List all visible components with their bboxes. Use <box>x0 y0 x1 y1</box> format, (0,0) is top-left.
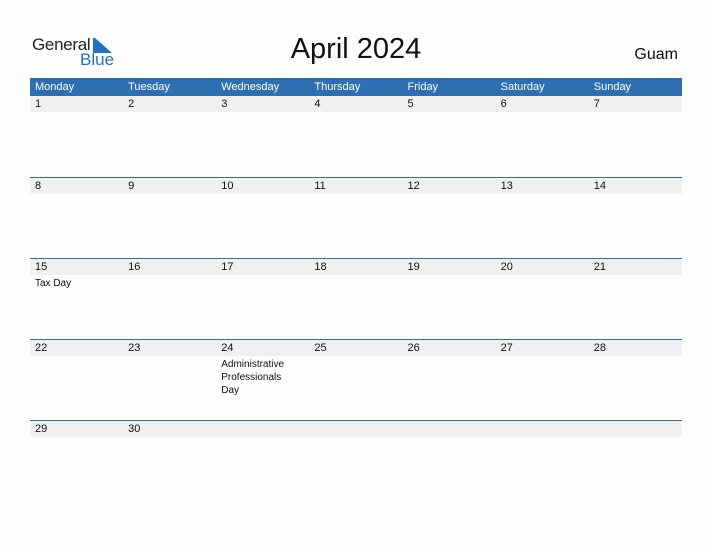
day-number: 1 <box>35 98 42 110</box>
day-number: 27 <box>500 342 513 354</box>
day-number <box>403 421 496 437</box>
day-number: 13 <box>500 180 513 192</box>
day-number: 24 <box>221 342 234 354</box>
day-number: 30 <box>128 423 141 435</box>
day-number: 7 <box>593 98 600 110</box>
day-number: 16 <box>128 261 141 273</box>
holiday-event <box>123 275 216 290</box>
holiday-event <box>123 112 216 114</box>
day-number: 15 <box>35 261 48 273</box>
day-number <box>216 421 309 437</box>
holiday-event <box>496 356 589 397</box>
day-number: 22 <box>35 342 48 354</box>
weekday-saturday: Saturday <box>500 81 545 93</box>
holiday-event <box>589 194 682 196</box>
day-number: 8 <box>35 180 42 192</box>
page-title: April 2024 <box>290 33 422 65</box>
date-row: 15 16 17 18 19 20 21 <box>30 259 682 275</box>
event-row <box>30 194 682 196</box>
holiday-event <box>403 437 496 439</box>
day-number: 11 <box>314 180 326 192</box>
day-number: 20 <box>500 261 513 273</box>
date-row: 22 23 24 25 26 27 28 <box>30 340 682 356</box>
day-number <box>309 421 402 437</box>
weekday-header: Monday Tuesday Wednesday Thursday Friday… <box>30 78 682 96</box>
day-number: 19 <box>407 261 420 273</box>
holiday-event <box>589 356 682 397</box>
week-row: 22 23 24 25 26 27 28 Administrative Professiona… <box>30 339 682 420</box>
weekday-monday: Monday <box>35 81 75 93</box>
weekday-tuesday: Tuesday <box>128 81 170 93</box>
holiday-event <box>496 275 589 290</box>
holiday-event <box>403 112 496 114</box>
day-number: 21 <box>593 261 606 273</box>
day-number: 9 <box>128 180 135 192</box>
holiday-event <box>216 437 309 439</box>
holiday-event <box>496 194 589 196</box>
date-row: 29 30 <box>30 421 682 437</box>
day-number: 18 <box>314 261 327 273</box>
holiday-event <box>496 112 589 114</box>
weekday-thursday: Thursday <box>314 81 361 93</box>
day-number: 12 <box>407 180 420 192</box>
holiday-event <box>309 275 402 290</box>
day-number <box>496 421 589 437</box>
holiday-event <box>309 194 402 196</box>
holiday-event: Tax Day <box>35 278 72 289</box>
week-row: 29 30 <box>30 420 682 501</box>
week-row: 1 2 3 4 5 6 7 <box>30 96 682 177</box>
holiday-event <box>123 194 216 196</box>
week-row: 8 9 10 11 12 13 14 <box>30 177 682 258</box>
holiday-event <box>403 194 496 196</box>
week-row: 15 16 17 18 19 20 21 Tax Day <box>30 258 682 339</box>
day-number: 4 <box>314 98 321 110</box>
holiday-event <box>589 112 682 114</box>
event-row <box>30 112 682 114</box>
holiday-event <box>309 356 402 397</box>
holiday-event <box>403 275 496 290</box>
day-number: 2 <box>128 98 135 110</box>
holiday-event <box>216 194 309 196</box>
holiday-event <box>123 437 216 439</box>
day-number: 10 <box>221 180 234 192</box>
holiday-event <box>30 112 123 114</box>
day-number <box>589 421 682 437</box>
holiday-event <box>216 275 309 290</box>
holiday-event <box>30 356 123 397</box>
calendar-grid: Monday Tuesday Wednesday Thursday Friday… <box>30 78 682 501</box>
day-number: 26 <box>407 342 420 354</box>
weekday-sunday: Sunday <box>593 81 632 93</box>
event-row: Administrative Professionals Day <box>30 356 682 397</box>
day-number: 29 <box>35 423 48 435</box>
holiday-event <box>309 437 402 439</box>
weekday-friday: Friday <box>407 81 439 93</box>
day-number: 14 <box>593 180 606 192</box>
day-number: 25 <box>314 342 327 354</box>
day-number: 5 <box>407 98 414 110</box>
holiday-event <box>216 112 309 114</box>
holiday-event <box>496 437 589 439</box>
country-label: Guam <box>634 46 678 63</box>
holiday-event <box>403 356 496 397</box>
day-number: 17 <box>221 261 234 273</box>
holiday-event <box>589 437 682 439</box>
day-number: 28 <box>593 342 606 354</box>
day-number: 6 <box>500 98 507 110</box>
day-number: 3 <box>221 98 228 110</box>
holiday-event <box>309 112 402 114</box>
holiday-event <box>123 356 216 397</box>
day-number: 23 <box>128 342 141 354</box>
date-row: 8 9 10 11 12 13 14 <box>30 178 682 194</box>
weekday-wednesday: Wednesday <box>221 81 280 93</box>
holiday-event <box>30 194 123 196</box>
event-row: Tax Day <box>30 275 682 290</box>
date-row: 1 2 3 4 5 6 7 <box>30 96 682 112</box>
event-row <box>30 437 682 439</box>
holiday-event: Administrative Professionals Day <box>221 359 285 396</box>
holiday-event <box>589 275 682 290</box>
holiday-event <box>30 437 123 439</box>
